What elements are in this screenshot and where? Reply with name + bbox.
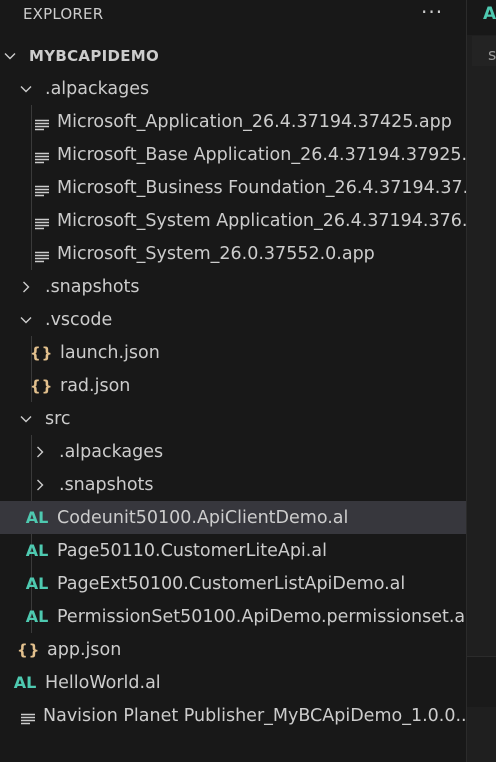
editor-area-edge: A s [466,0,496,762]
file-helloworld-al[interactable]: AL HelloWorld.al [0,666,479,699]
explorer-title: EXPLORER [23,5,104,23]
text-file-icon [35,116,49,130]
al-file-icon: AL [25,607,49,626]
file-app-json[interactable]: {} app.json [0,633,483,666]
chevron-down-icon [19,412,33,426]
json-file-icon: {} [17,640,41,659]
file-label: Microsoft_Business Foundation_26.4.37194… [57,177,480,198]
folder-label: .vscode [45,309,113,330]
text-file-icon [35,248,49,262]
file-app-package[interactable]: Microsoft_Business Foundation_26.4.37194… [0,171,496,204]
file-label: app.json [47,639,122,660]
al-file-icon: AL [25,508,49,527]
file-label: PageExt50100.CustomerListApiDemo.al [57,573,406,594]
text-file-icon [35,215,49,229]
chevron-right-icon [33,445,47,459]
file-pageext-al[interactable]: AL PageExt50100.CustomerListApiDemo.al [0,567,491,600]
file-codeunit-al[interactable]: AL Codeunit50100.ApiClientDemo.al [0,501,491,534]
file-permissionset-al[interactable]: AL PermissionSet50100.ApiDemo.permission… [0,600,491,633]
file-label: Page50110.CustomerLiteApi.al [57,540,327,561]
json-file-icon: {} [30,343,54,362]
chevron-down-icon [19,82,33,96]
explorer-header: EXPLORER ··· [0,0,466,28]
json-file-icon: {} [30,376,54,395]
chevron-right-icon [33,478,47,492]
file-label: launch.json [60,342,160,363]
file-rad-json[interactable]: {} rad.json [0,369,496,402]
al-file-icon: AL [25,541,49,560]
editor-peek-text: s [488,45,496,64]
folder-label: .snapshots [59,474,154,495]
chevron-down-icon [3,49,17,63]
folder-src-alpackages[interactable]: .alpackages [0,435,496,468]
text-file-icon [21,710,35,724]
folder-label: .alpackages [45,78,150,99]
editor-panel-edge [467,656,496,707]
file-publisher-app[interactable]: Navision Planet Publisher_MyBCApiDemo_1.… [0,699,487,732]
more-actions-icon[interactable]: ··· [421,0,443,24]
tree-root-folder[interactable]: MYBCAPIDEMO [0,39,469,72]
folder-alpackages[interactable]: .alpackages [0,72,485,105]
al-file-icon: A [483,4,496,24]
folder-label: .alpackages [59,441,164,462]
file-label: Microsoft_Application_26.4.37194.37425.a… [57,111,452,132]
file-label: Codeunit50100.ApiClientDemo.al [57,507,349,528]
text-file-icon [35,182,49,196]
folder-vscode[interactable]: .vscode [0,303,485,336]
file-label: Microsoft_System_26.0.37552.0.app [57,243,375,264]
file-label: Navision Planet Publisher_MyBCApiDemo_1.… [43,705,473,726]
chevron-down-icon [19,313,33,327]
al-file-icon: AL [13,673,37,692]
file-label: Microsoft_System Application_26.4.37194.… [57,210,479,231]
al-file-icon: AL [25,574,49,593]
chevron-right-icon [19,280,33,294]
folder-src[interactable]: src [0,402,485,435]
editor-tab[interactable]: A [467,0,496,35]
file-app-package[interactable]: Microsoft_Application_26.4.37194.37425.a… [0,105,496,138]
file-app-package[interactable]: Microsoft_System_26.0.37552.0.app [0,237,496,270]
file-label: Microsoft_Base Application_26.4.37194.37… [57,144,479,165]
file-label: PermissionSet50100.ApiDemo.permissionset… [57,606,471,627]
text-file-icon [35,149,49,163]
file-label: rad.json [60,375,131,396]
file-app-package[interactable]: Microsoft_Base Application_26.4.37194.37… [0,138,496,171]
file-launch-json[interactable]: {} launch.json [0,336,496,369]
explorer-sidebar: EXPLORER ··· MYBCAPIDEMO .alpackages Mic… [0,0,491,762]
folder-src-snapshots[interactable]: .snapshots [0,468,496,501]
file-label: HelloWorld.al [45,672,161,693]
folder-label: .snapshots [45,276,140,297]
file-page-al[interactable]: AL Page50110.CustomerLiteApi.al [0,534,491,567]
file-app-package[interactable]: Microsoft_System Application_26.4.37194.… [0,204,496,237]
root-folder-label: MYBCAPIDEMO [29,46,160,65]
folder-label: src [45,408,71,429]
folder-snapshots[interactable]: .snapshots [0,270,485,303]
